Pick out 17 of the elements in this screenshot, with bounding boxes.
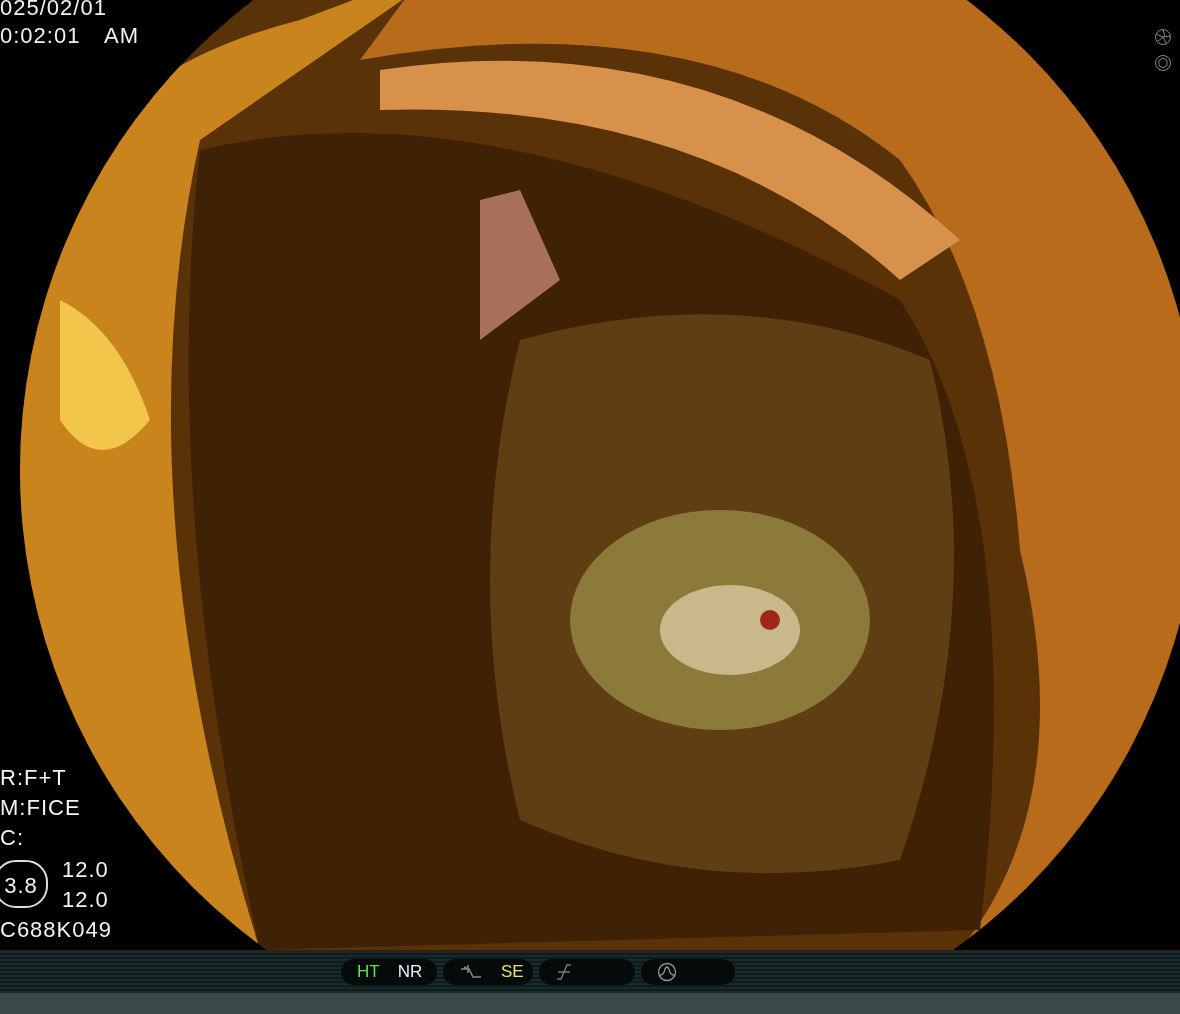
- setting-text: M:FICE: [0, 796, 81, 820]
- setting-text: R:F+T: [0, 766, 67, 790]
- reading-text: 12.0: [62, 888, 109, 912]
- mode-label: NR: [397, 962, 423, 982]
- mode-label: HT: [357, 962, 380, 982]
- aperture-icon: [1154, 28, 1172, 46]
- reading-text: 12.0: [62, 858, 109, 882]
- time-text: 0:02:01: [0, 24, 81, 48]
- scope-id-text: C688K049: [0, 918, 112, 942]
- slope-icon: [555, 963, 573, 981]
- peak-icon: [657, 962, 677, 982]
- aperture-icon: [1154, 54, 1172, 72]
- curve-icon: [459, 963, 483, 981]
- setting-text: C:: [0, 826, 24, 850]
- zoom-value: 3.8: [0, 860, 48, 908]
- meridiem-text: AM: [104, 24, 139, 48]
- mode-label: SE: [501, 962, 524, 982]
